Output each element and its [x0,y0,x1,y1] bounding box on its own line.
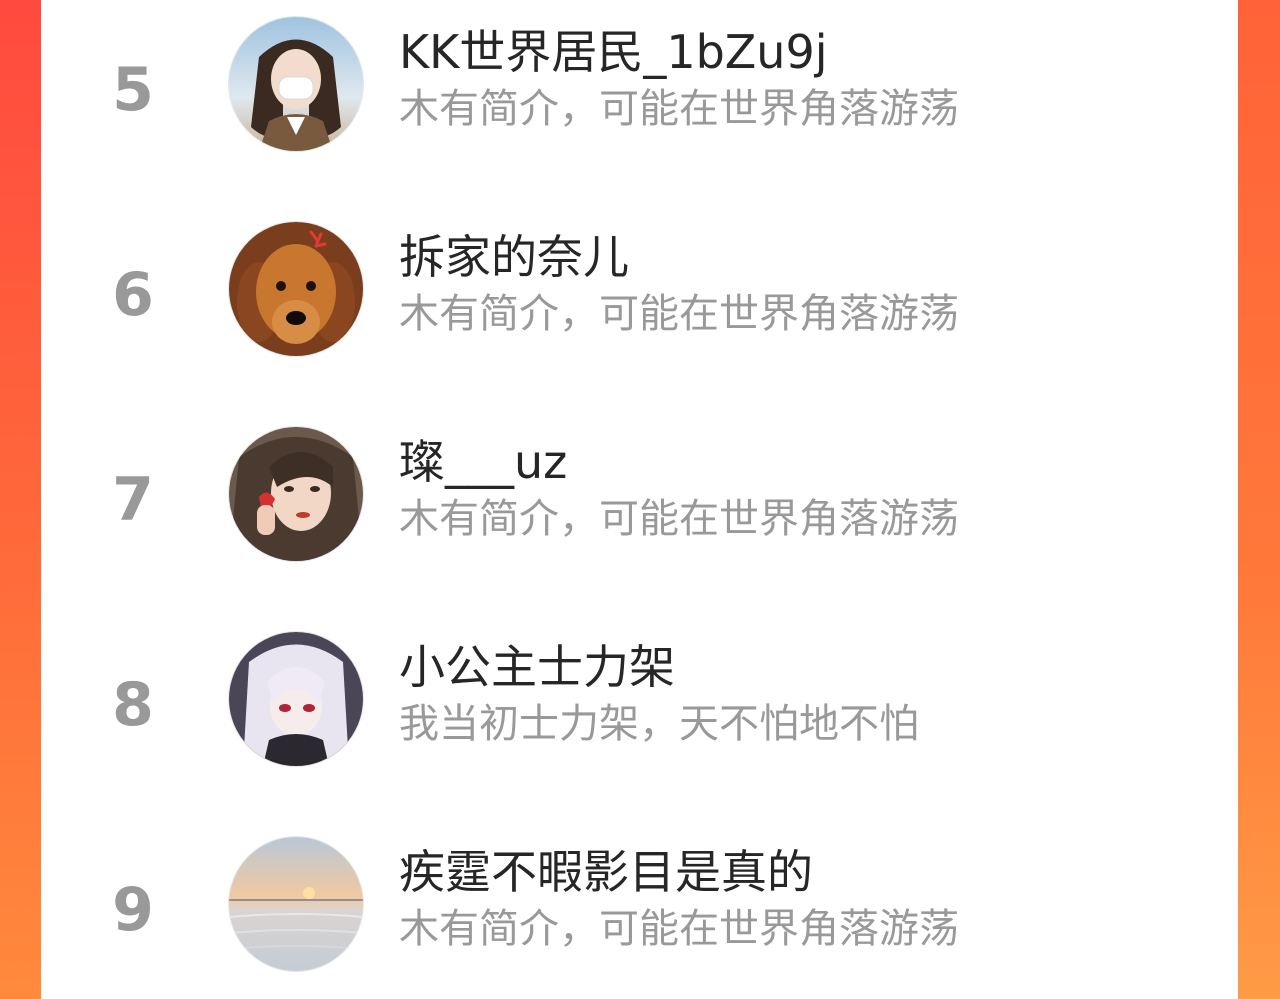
rank-number: 7 [112,465,154,535]
user-avatar[interactable] [229,17,363,151]
user-bio: 木有简介，可能在世界角落游荡 [399,291,959,337]
user-name: 璨___uz [399,435,568,489]
ranking-row[interactable]: 7 璨___uz 木有简介，可能在世界角落游荡 [41,410,1238,615]
ranking-row[interactable]: 9 疾霆不暇影目是真的 木有简介，可能在世界角落游荡 [41,820,1238,999]
girl-with-mask-avatar-icon [229,17,363,151]
user-bio: 木有简介，可能在世界角落游荡 [399,496,959,542]
ranking-panel: 5 KK世界居民_1bZu9j 木有简介，可能在世界角落游荡 6 拆家的奈儿 木… [41,0,1238,999]
user-name: 小公主士力架 [399,640,675,694]
ranking-row[interactable]: 8 小公主士力架 我当初士力架，天不怕地不怕 [41,615,1238,820]
anime-girl-avatar-icon [229,632,363,766]
user-bio: 木有简介，可能在世界角落游荡 [399,86,959,132]
user-bio: 我当初士力架，天不怕地不怕 [399,701,919,747]
rank-number: 8 [112,670,154,740]
user-name: KK世界居民_1bZu9j [399,25,828,79]
sunset-sea-avatar-icon [229,837,363,971]
girl-with-strawberry-avatar-icon [229,427,363,561]
rank-number: 6 [112,260,154,330]
user-avatar[interactable] [229,222,363,356]
user-avatar[interactable] [229,632,363,766]
ranking-row[interactable]: 6 拆家的奈儿 木有简介，可能在世界角落游荡 [41,205,1238,410]
user-name: 拆家的奈儿 [399,230,629,284]
golden-retriever-avatar-icon [229,222,363,356]
user-name: 疾霆不暇影目是真的 [399,845,813,899]
rank-number: 5 [112,55,154,125]
ranking-row[interactable]: 5 KK世界居民_1bZu9j 木有简介，可能在世界角落游荡 [41,0,1238,205]
rank-number: 9 [112,875,154,945]
background-gradient-right [1238,0,1280,999]
user-bio: 木有简介，可能在世界角落游荡 [399,906,959,952]
user-avatar[interactable] [229,837,363,971]
user-avatar[interactable] [229,427,363,561]
